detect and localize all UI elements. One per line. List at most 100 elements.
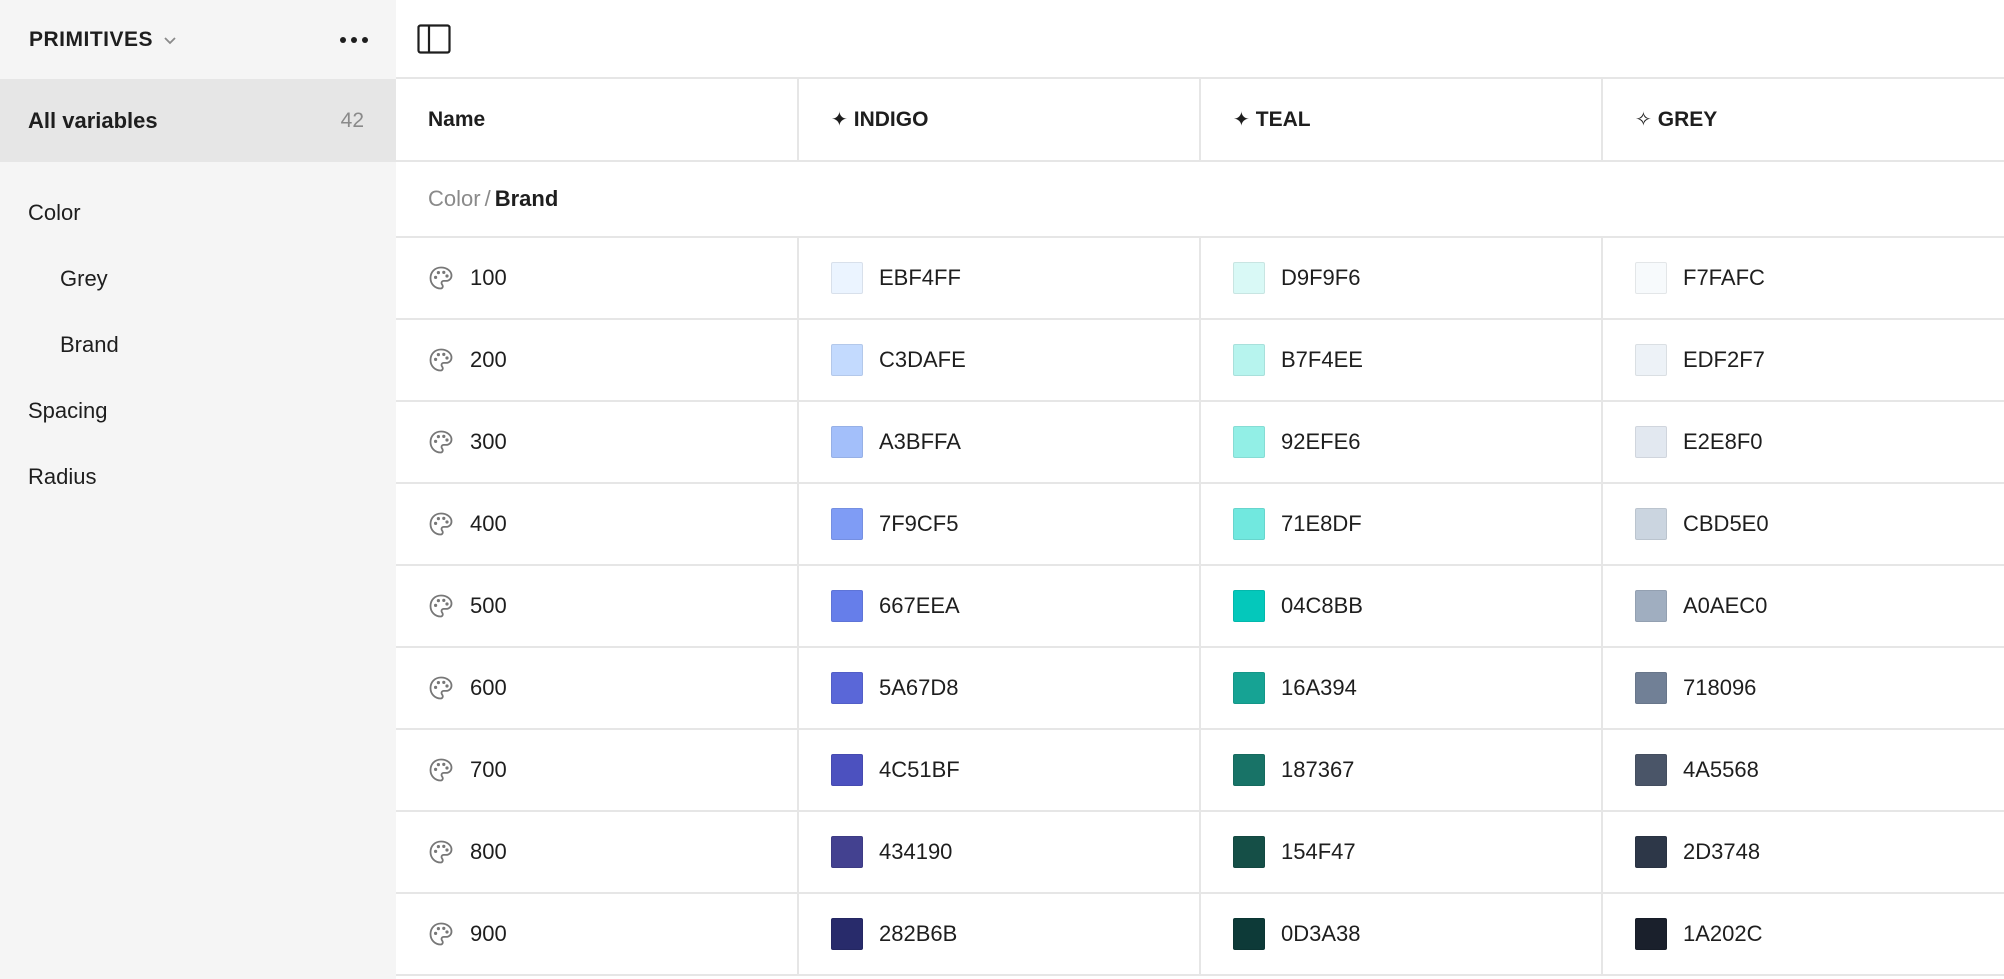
color-swatch[interactable]	[831, 590, 863, 622]
color-swatch[interactable]	[1233, 836, 1265, 868]
more-options-icon[interactable]	[334, 31, 374, 49]
color-swatch[interactable]	[1233, 344, 1265, 376]
collection-title: PRIMITIVES	[29, 27, 154, 51]
variable-value-cell[interactable]: EBF4FF	[798, 237, 1201, 320]
column-header-name[interactable]: Name	[396, 79, 799, 162]
group-path-parent[interactable]: Color	[428, 186, 481, 211]
variable-name-cell[interactable]: 800	[396, 811, 799, 894]
variable-name-cell[interactable]: 300	[396, 401, 799, 484]
sidebar-group-brand[interactable]: Brand	[0, 312, 396, 378]
variable-value-cell[interactable]: 92EFE6	[1200, 401, 1603, 484]
variable-value-cell[interactable]: C3DAFE	[798, 319, 1201, 402]
variable-value-cell[interactable]: 718096	[1602, 647, 2004, 730]
variable-name: 500	[470, 593, 507, 618]
color-swatch[interactable]	[1635, 344, 1667, 376]
table-row[interactable]: 500 667EEA 04C8BB A0AEC0	[396, 565, 2004, 648]
variable-value-cell[interactable]: 7F9CF5	[798, 483, 1201, 566]
table-row[interactable]: 200 C3DAFE B7F4EE EDF2F7	[396, 319, 2004, 402]
sparkle-filled-icon: ✦	[831, 109, 848, 131]
chevron-down-icon	[163, 33, 177, 47]
variable-name-cell[interactable]: 200	[396, 319, 799, 402]
color-swatch[interactable]	[1635, 426, 1667, 458]
mode-label: GREY	[1657, 107, 1718, 131]
variable-name: 300	[470, 429, 507, 454]
variable-value-cell[interactable]: 154F47	[1200, 811, 1603, 894]
variable-value-cell[interactable]: CBD5E0	[1602, 483, 2004, 566]
variable-value-cell[interactable]: 1A202C	[1602, 893, 2004, 976]
variable-value-cell[interactable]: 71E8DF	[1200, 483, 1603, 566]
sidebar-group-grey[interactable]: Grey	[0, 246, 396, 312]
variable-value-cell[interactable]: EDF2F7	[1602, 319, 2004, 402]
color-swatch[interactable]	[1233, 508, 1265, 540]
variable-name-cell[interactable]: 900	[396, 893, 799, 976]
variables-table: Name ✦ INDIGO ✦ TEAL ✧ GREY Color / Brand 100 EB…	[396, 79, 2004, 976]
variable-value-cell[interactable]: 2D3748	[1602, 811, 2004, 894]
sidebar-group-spacing[interactable]: Spacing	[0, 378, 396, 444]
variable-value-cell[interactable]: 667EEA	[798, 565, 1201, 648]
sidebar-group-color[interactable]: Color	[0, 180, 396, 246]
variable-name-cell[interactable]: 700	[396, 729, 799, 812]
variable-value-cell[interactable]: E2E8F0	[1602, 401, 2004, 484]
variable-name-cell[interactable]: 500	[396, 565, 799, 648]
color-swatch[interactable]	[831, 918, 863, 950]
table-row[interactable]: 800 434190 154F47 2D3748	[396, 811, 2004, 894]
table-row[interactable]: 100 EBF4FF D9F9F6 F7FAFC	[396, 237, 2004, 320]
color-swatch[interactable]	[831, 836, 863, 868]
palette-icon	[428, 511, 454, 537]
color-swatch[interactable]	[1635, 508, 1667, 540]
variable-value-cell[interactable]: 16A394	[1200, 647, 1603, 730]
color-swatch[interactable]	[1233, 426, 1265, 458]
variable-value-cell[interactable]: A0AEC0	[1602, 565, 2004, 648]
color-swatch[interactable]	[1233, 918, 1265, 950]
variable-value-cell[interactable]: A3BFFA	[798, 401, 1201, 484]
color-swatch[interactable]	[1635, 672, 1667, 704]
variable-name: 700	[470, 757, 507, 782]
color-swatch[interactable]	[1635, 754, 1667, 786]
variable-name-cell[interactable]: 600	[396, 647, 799, 730]
hex-value: B7F4EE	[1281, 347, 1363, 372]
palette-icon	[428, 757, 454, 783]
color-swatch[interactable]	[831, 262, 863, 294]
color-swatch[interactable]	[831, 672, 863, 704]
variable-value-cell[interactable]: 434190	[798, 811, 1201, 894]
variable-value-cell[interactable]: 04C8BB	[1200, 565, 1603, 648]
color-swatch[interactable]	[1635, 918, 1667, 950]
table-row[interactable]: 300 A3BFFA 92EFE6 E2E8F0	[396, 401, 2004, 484]
color-swatch[interactable]	[1233, 590, 1265, 622]
color-swatch[interactable]	[1233, 262, 1265, 294]
column-header-teal[interactable]: ✦ TEAL	[1200, 79, 1603, 162]
color-swatch[interactable]	[1233, 754, 1265, 786]
collection-switcher[interactable]: PRIMITIVES	[29, 28, 177, 52]
column-header-indigo[interactable]: ✦ INDIGO	[798, 79, 1201, 162]
table-row[interactable]: 400 7F9CF5 71E8DF CBD5E0	[396, 483, 2004, 566]
variable-value-cell[interactable]: 4A5568	[1602, 729, 2004, 812]
hex-value: 187367	[1281, 757, 1355, 782]
table-row[interactable]: 600 5A67D8 16A394 718096	[396, 647, 2004, 730]
variable-name-cell[interactable]: 100	[396, 237, 799, 320]
variable-value-cell[interactable]: F7FAFC	[1602, 237, 2004, 320]
sidebar-group-radius[interactable]: Radius	[0, 444, 396, 510]
palette-icon	[428, 347, 454, 373]
column-header-grey[interactable]: ✧ GREY	[1602, 79, 2004, 162]
variable-value-cell[interactable]: 282B6B	[798, 893, 1201, 976]
color-swatch[interactable]	[1635, 836, 1667, 868]
color-swatch[interactable]	[831, 426, 863, 458]
variable-name-cell[interactable]: 400	[396, 483, 799, 566]
color-swatch[interactable]	[1635, 262, 1667, 294]
sidebar-toggle-icon[interactable]	[417, 23, 451, 54]
table-row[interactable]: 900 282B6B 0D3A38 1A202C	[396, 893, 2004, 976]
variable-value-cell[interactable]: D9F9F6	[1200, 237, 1603, 320]
variable-value-cell[interactable]: 187367	[1200, 729, 1603, 812]
variable-value-cell[interactable]: 0D3A38	[1200, 893, 1603, 976]
color-swatch[interactable]	[1635, 590, 1667, 622]
variable-value-cell[interactable]: B7F4EE	[1200, 319, 1603, 402]
hex-value: 4A5568	[1683, 757, 1759, 782]
variable-value-cell[interactable]: 4C51BF	[798, 729, 1201, 812]
color-swatch[interactable]	[831, 508, 863, 540]
variable-value-cell[interactable]: 5A67D8	[798, 647, 1201, 730]
table-row[interactable]: 700 4C51BF 187367 4A5568	[396, 729, 2004, 812]
all-variables-item[interactable]: All variables 42	[0, 79, 396, 162]
color-swatch[interactable]	[831, 344, 863, 376]
color-swatch[interactable]	[831, 754, 863, 786]
color-swatch[interactable]	[1233, 672, 1265, 704]
